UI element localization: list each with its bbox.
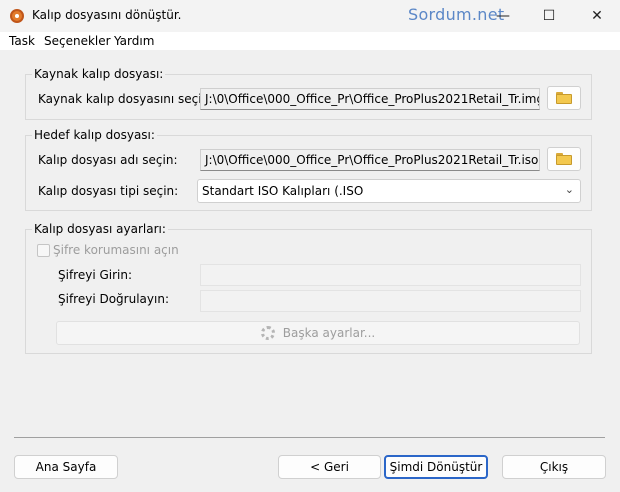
target-name-input[interactable]: J:\0\Office\000_Office_Pr\Office_ProPlus… bbox=[200, 149, 540, 171]
folder-icon bbox=[556, 153, 572, 165]
window-title: Kalıp dosyasını dönüştür. bbox=[32, 8, 182, 22]
target-type-label: Kalıp dosyası tipi seçin: bbox=[38, 184, 179, 198]
source-file-input[interactable]: J:\0\Office\000_Office_Pr\Office_ProPlus… bbox=[200, 88, 540, 110]
target-browse-button[interactable] bbox=[547, 147, 581, 171]
folder-icon bbox=[556, 92, 572, 104]
footer-divider bbox=[14, 437, 605, 438]
more-settings-label: Başka ayarlar... bbox=[282, 326, 376, 340]
back-button[interactable]: < Geri bbox=[278, 455, 381, 479]
target-group-title: Hedef kalıp dosyası: bbox=[32, 128, 157, 142]
exit-button[interactable]: Çıkış bbox=[502, 455, 606, 479]
app-icon bbox=[10, 9, 24, 23]
password-label: Şifreyi Girin: bbox=[58, 268, 133, 282]
confirm-password-label: Şifreyi Doğrulayın: bbox=[58, 292, 169, 306]
source-file-label: Kaynak kalıp dosyasını seçin: bbox=[38, 92, 214, 106]
confirm-password-input[interactable] bbox=[200, 290, 581, 312]
target-name-label: Kalıp dosyası adı seçin: bbox=[38, 153, 178, 167]
menu-options[interactable]: Seçenekler bbox=[44, 34, 111, 48]
password-checkbox-label: Şifre korumasını açın bbox=[53, 243, 179, 257]
close-button[interactable]: ✕ bbox=[574, 0, 620, 32]
password-input[interactable] bbox=[200, 264, 581, 286]
source-browse-button[interactable] bbox=[547, 86, 581, 110]
menu-bar: Task Seçenekler Yardım bbox=[0, 32, 620, 50]
source-group-title: Kaynak kalıp dosyası: bbox=[32, 67, 166, 81]
chevron-down-icon: ⌄ bbox=[564, 183, 574, 196]
menu-help[interactable]: Yardım bbox=[114, 34, 154, 48]
minimize-button[interactable]: — bbox=[480, 0, 526, 32]
target-type-select[interactable]: Standart ISO Kalıpları (.ISO ⌄ bbox=[197, 179, 581, 203]
more-settings-button[interactable]: Başka ayarlar... bbox=[56, 321, 580, 345]
home-button[interactable]: Ana Sayfa bbox=[14, 455, 118, 479]
title-bar: Kalıp dosyasını dönüştür. Sordum.net — ☐… bbox=[0, 0, 620, 32]
settings-group-title: Kalıp dosyası ayarları: bbox=[32, 222, 168, 236]
gear-icon bbox=[260, 326, 275, 340]
password-checkbox[interactable] bbox=[37, 244, 50, 257]
menu-task[interactable]: Task bbox=[9, 34, 35, 48]
convert-now-button[interactable]: Şimdi Dönüştür bbox=[384, 455, 488, 479]
maximize-button[interactable]: ☐ bbox=[526, 0, 572, 32]
target-type-value: Standart ISO Kalıpları (.ISO bbox=[202, 184, 364, 198]
